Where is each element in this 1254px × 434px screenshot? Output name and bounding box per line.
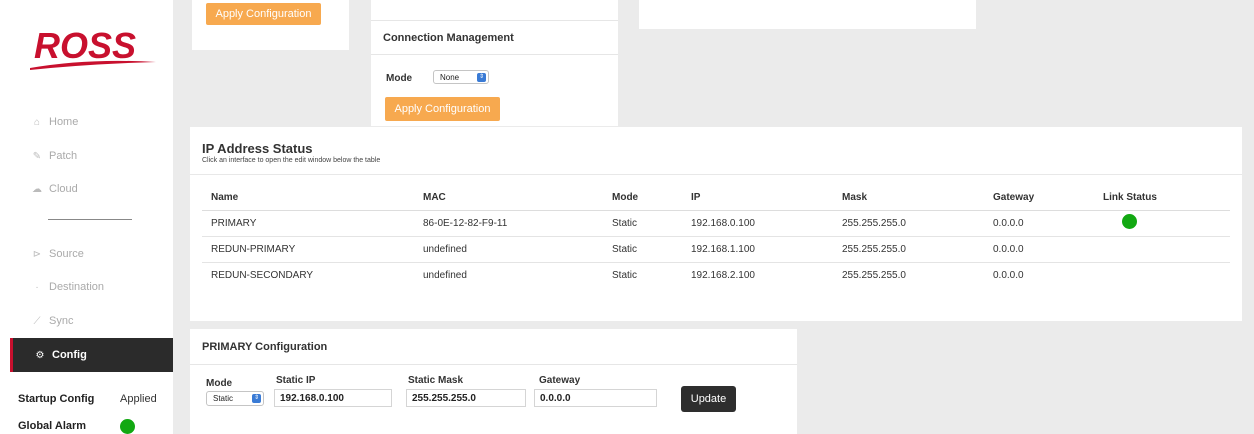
nav-label: Config [52, 349, 87, 361]
home-icon: ⌂ [33, 116, 41, 128]
startup-config-row: Startup Config Applied [0, 385, 173, 413]
column-header-mode: Mode [603, 186, 682, 211]
ip-status-title: IP Address Status [202, 141, 313, 156]
apply-configuration-button[interactable]: Apply Configuration [385, 97, 500, 121]
cell-mac: 86-0E-12-82-F9-11 [414, 210, 603, 237]
nav-item-cloud[interactable]: ☁ Cloud [0, 172, 173, 206]
source-icon: ⊳ [32, 248, 42, 260]
primary-mode-select[interactable]: Static ⇕ [206, 391, 264, 406]
cell-ip: 192.168.0.100 [682, 210, 833, 237]
panel-divider [190, 174, 1242, 175]
startup-config-value: Applied [120, 393, 157, 405]
edit-icon: ✎ [32, 150, 42, 162]
column-header-link-status: Link Status [1094, 186, 1230, 211]
global-alarm-row: Global Alarm [0, 412, 173, 434]
column-header-name: Name [202, 186, 414, 211]
cell-gateway: 0.0.0.0 [993, 269, 1024, 281]
table-row-redun-secondary[interactable]: REDUN-SECONDARY undefined Static 192.168… [202, 262, 1230, 288]
static-mask-input[interactable]: 255.255.255.0 [406, 389, 526, 407]
cell-gateway: 0.0.0.0 [984, 236, 1094, 263]
ip-status-subtitle: Click an interface to open the edit wind… [202, 157, 381, 164]
table-row-redun-primary[interactable]: REDUN-PRIMARY undefined Static 192.168.1… [202, 236, 1230, 263]
nav-label: Patch [49, 150, 78, 162]
nav-label: Home [49, 116, 79, 128]
gateway-label: Gateway [539, 375, 581, 386]
select-arrows-icon: ⇕ [477, 73, 486, 82]
gear-icon: ⚙ [35, 349, 45, 361]
link-status-indicator [1122, 214, 1137, 229]
cell-mask: 255.255.255.0 [833, 210, 984, 237]
cell-link-status [1094, 210, 1230, 237]
primary-configuration-panel: PRIMARY Configuration Mode Static ⇕ Stat… [190, 329, 797, 434]
cell-link-status [1094, 262, 1230, 288]
table-header-row: Name MAC Mode IP Mask Gateway Link Statu… [202, 186, 1230, 211]
ip-status-table: Name MAC Mode IP Mask Gateway Link Statu… [202, 186, 1230, 288]
primary-mode-value: Static [213, 394, 234, 403]
cell-ip: 192.168.2.100 [691, 269, 755, 281]
nav-label: Cloud [49, 183, 78, 195]
top-right-panel [639, 0, 976, 29]
table-row-primary[interactable]: PRIMARY 86-0E-12-82-F9-11 Static 192.168… [202, 210, 1230, 237]
svg-text:ROSS: ROSS [34, 25, 136, 66]
panel-divider [371, 54, 618, 55]
column-header-mask: Mask [833, 186, 984, 211]
top-left-panel: Apply Configuration [192, 0, 349, 50]
cell-mask: 255.255.255.0 [833, 236, 984, 263]
cell-link-status [1094, 236, 1230, 263]
nav-item-destination[interactable]: · Destination [0, 270, 173, 304]
nav-item-patch[interactable]: ✎ Patch [0, 139, 173, 173]
cell-mode: Static [612, 269, 638, 281]
static-ip-label: Static IP [276, 375, 316, 386]
global-alarm-indicator [120, 418, 135, 434]
cell-name: REDUN-SECONDARY [211, 269, 314, 281]
panel-divider [190, 364, 797, 365]
mode-label: Mode [206, 378, 233, 389]
nav-divider [48, 219, 132, 220]
startup-config-label: Startup Config [18, 393, 95, 405]
cell-ip: 192.168.1.100 [682, 236, 833, 263]
static-ip-input[interactable]: 192.168.0.100 [274, 389, 392, 407]
nav-label: Destination [49, 281, 105, 293]
panel-divider [371, 20, 618, 21]
sync-icon: ⟋ [33, 315, 41, 327]
column-header-gateway: Gateway [984, 186, 1094, 211]
select-arrows-icon: ⇕ [252, 394, 261, 403]
cell-name: REDUN-PRIMARY [202, 236, 414, 263]
global-alarm-label: Global Alarm [18, 420, 87, 432]
connection-management-panel: Connection Management Mode None ⇕ Apply … [371, 0, 618, 126]
connection-mode-value: None [440, 72, 460, 82]
cell-name: PRIMARY [202, 210, 414, 237]
primary-configuration-title: PRIMARY Configuration [202, 341, 328, 353]
cell-gateway: 0.0.0.0 [984, 210, 1094, 237]
destination-icon: · [35, 281, 39, 293]
column-header-ip: IP [682, 186, 833, 211]
nav-item-home[interactable]: ⌂ Home [0, 105, 173, 139]
cell-mode: Static [603, 210, 682, 237]
nav-item-config[interactable]: ⚙ Config [10, 338, 173, 372]
gateway-input[interactable]: 0.0.0.0 [534, 389, 657, 407]
update-button[interactable]: Update [681, 386, 736, 412]
nav-label: Sync [49, 315, 74, 327]
cell-mac: undefined [414, 236, 603, 263]
connection-mode-select[interactable]: None ⇕ [433, 70, 489, 84]
static-mask-label: Static Mask [408, 375, 464, 386]
mode-label: Mode [386, 73, 413, 84]
cell-mode: Static [603, 236, 682, 263]
nav-label: Source [49, 248, 84, 260]
connection-management-title: Connection Management [383, 32, 514, 44]
column-header-mac: MAC [414, 186, 603, 211]
nav-item-source[interactable]: ⊳ Source [0, 237, 173, 271]
nav-item-sync[interactable]: ⟋ Sync [0, 304, 173, 338]
cell-mask: 255.255.255.0 [842, 269, 906, 281]
sidebar: ROSS ⌂ Home ✎ Patch ☁ Cloud ⊳ Source · D… [0, 0, 173, 434]
ross-logo: ROSS [28, 24, 158, 72]
cell-mac: undefined [423, 269, 467, 281]
cloud-icon: ☁ [32, 183, 42, 195]
apply-configuration-button-top[interactable]: Apply Configuration [206, 3, 321, 25]
